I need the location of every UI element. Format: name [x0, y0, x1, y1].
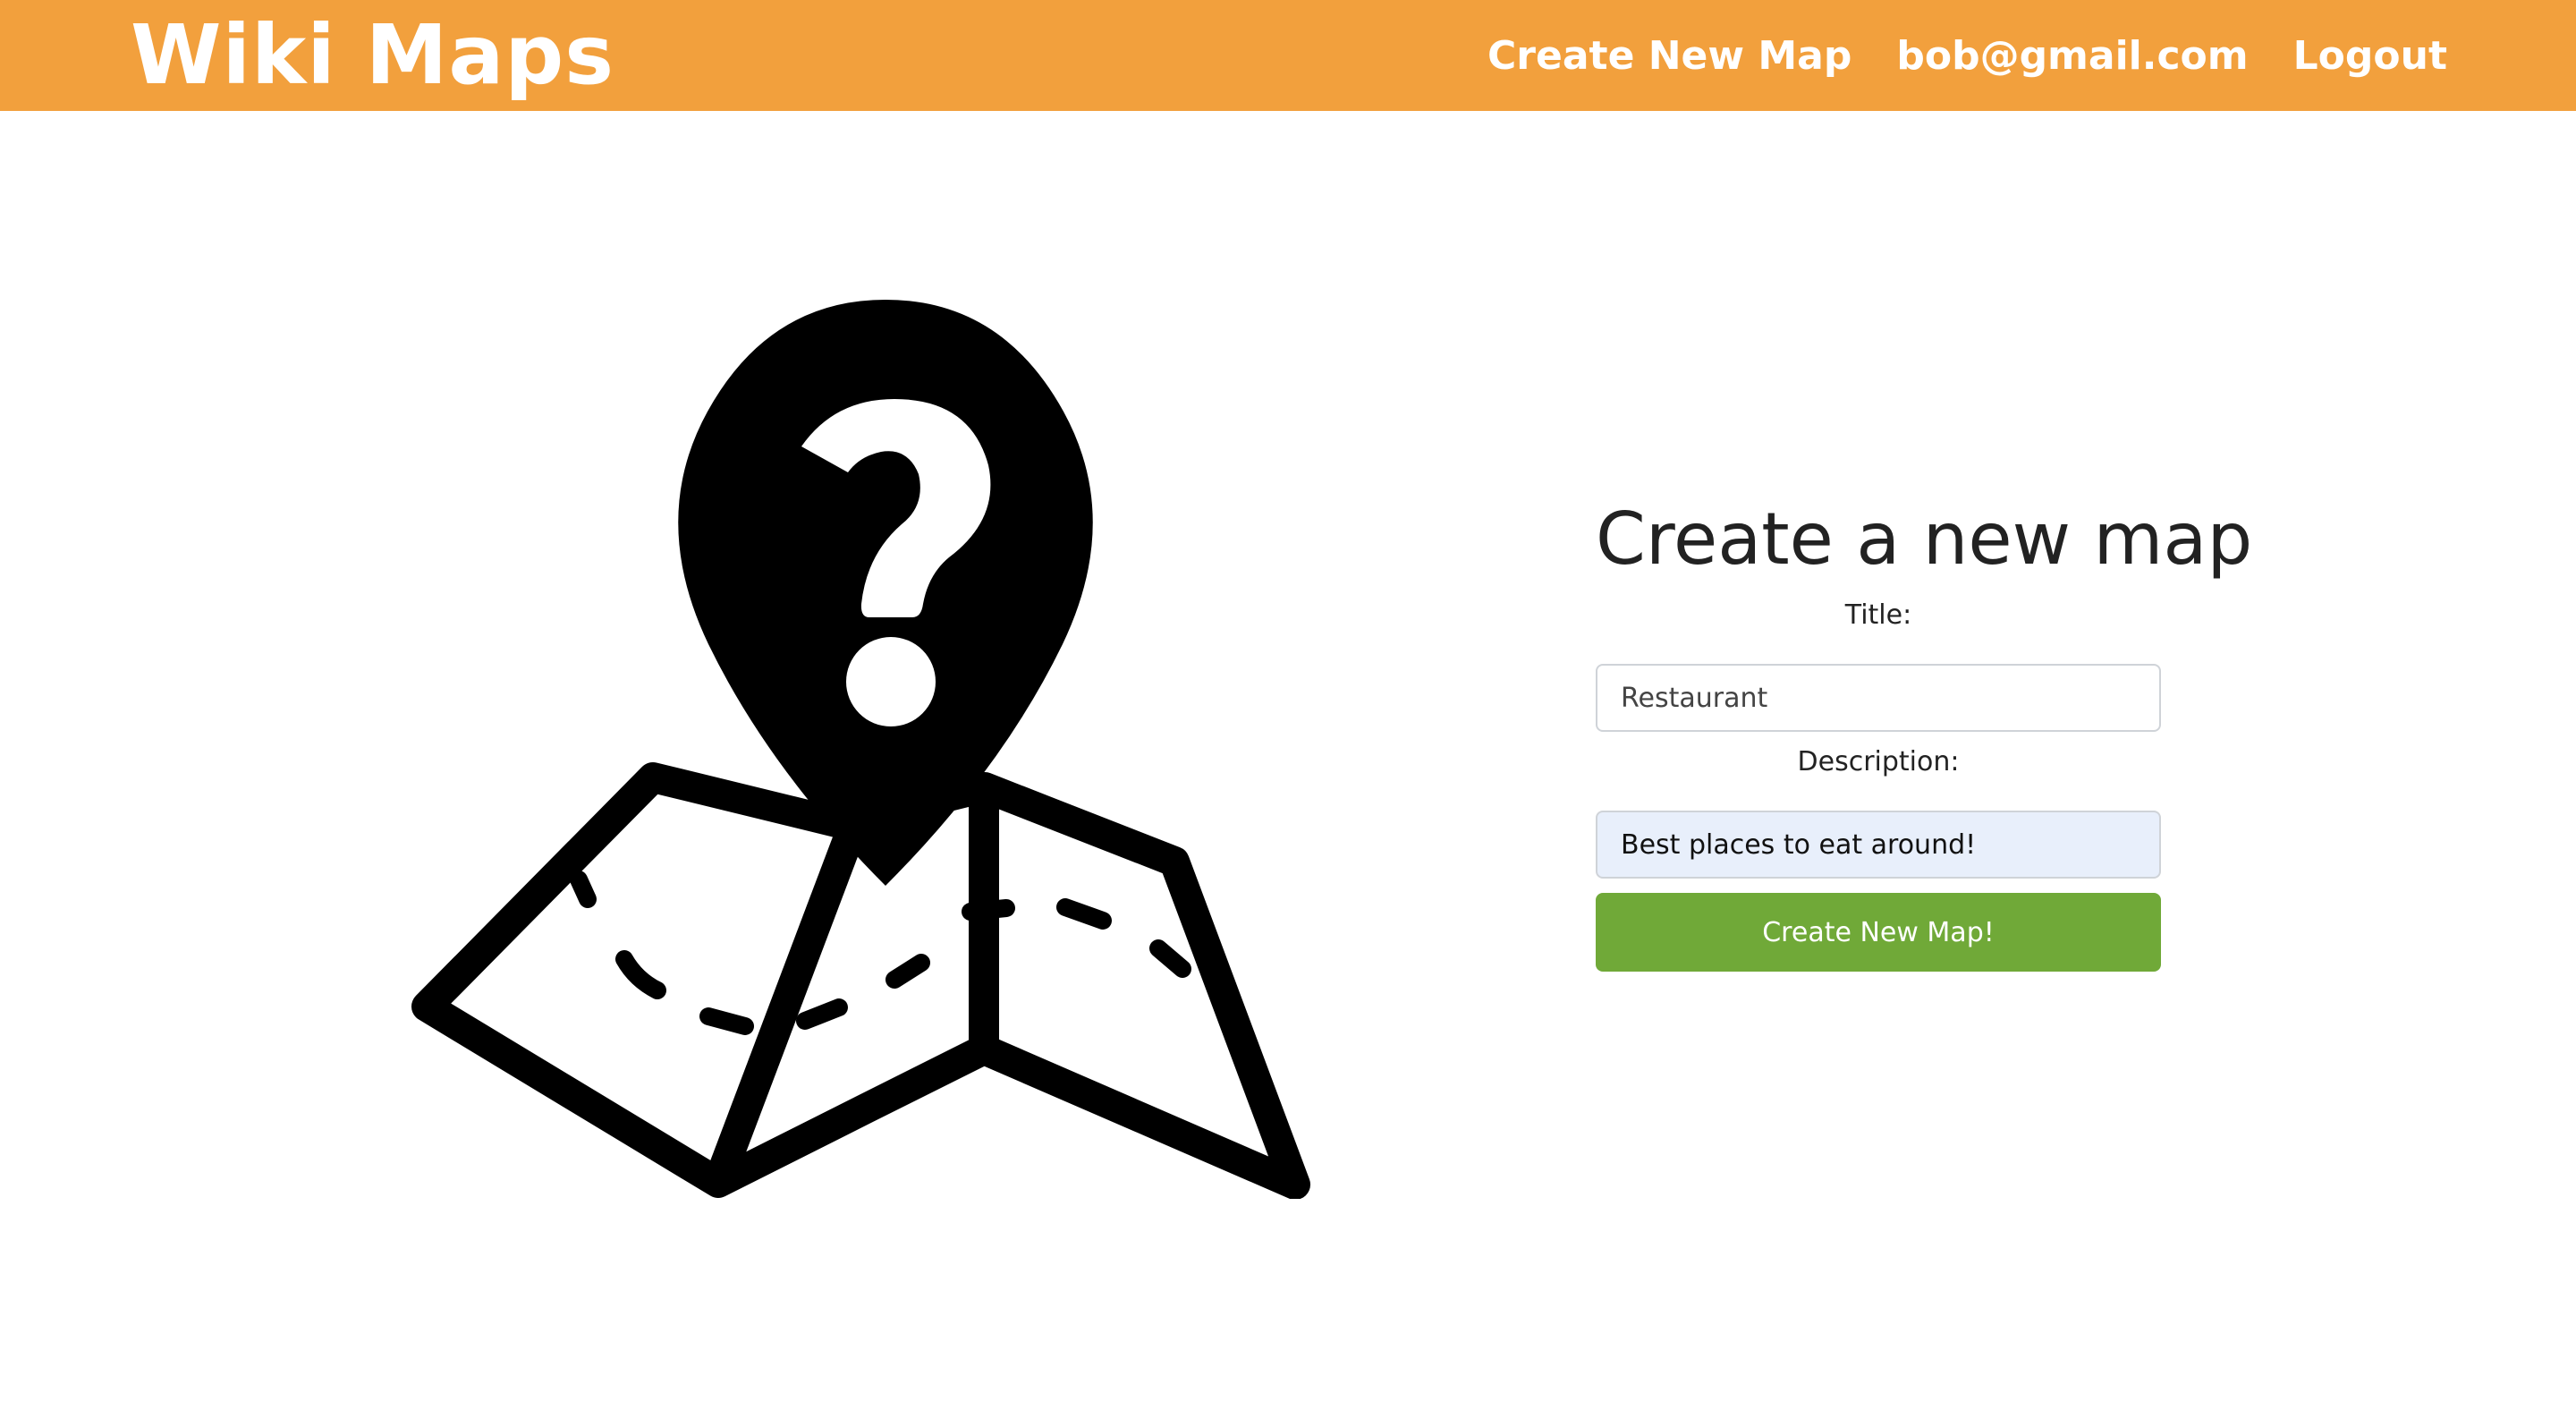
user-email-link[interactable]: bob@gmail.com — [1896, 33, 2248, 79]
create-new-map-link[interactable]: Create New Map — [1487, 33, 1852, 79]
create-new-map-button[interactable]: Create New Map! — [1596, 893, 2161, 972]
description-label: Description: — [1797, 746, 1960, 777]
title-label: Title: — [1844, 599, 1912, 631]
map-pin-question-icon — [407, 295, 1315, 1200]
nav-links: Create New Map bob@gmail.com Logout — [1443, 0, 2447, 111]
logout-link[interactable]: Logout — [2293, 33, 2447, 79]
brand-logo-link[interactable]: Wiki Maps — [131, 5, 614, 106]
title-input[interactable] — [1596, 664, 2161, 732]
create-map-form: Create a new map Title: Description: Cre… — [1596, 490, 2253, 972]
form-heading: Create a new map — [1596, 497, 2253, 581]
description-input[interactable] — [1596, 811, 2161, 879]
navbar: Wiki Maps Create New Map bob@gmail.com L… — [0, 0, 2576, 111]
